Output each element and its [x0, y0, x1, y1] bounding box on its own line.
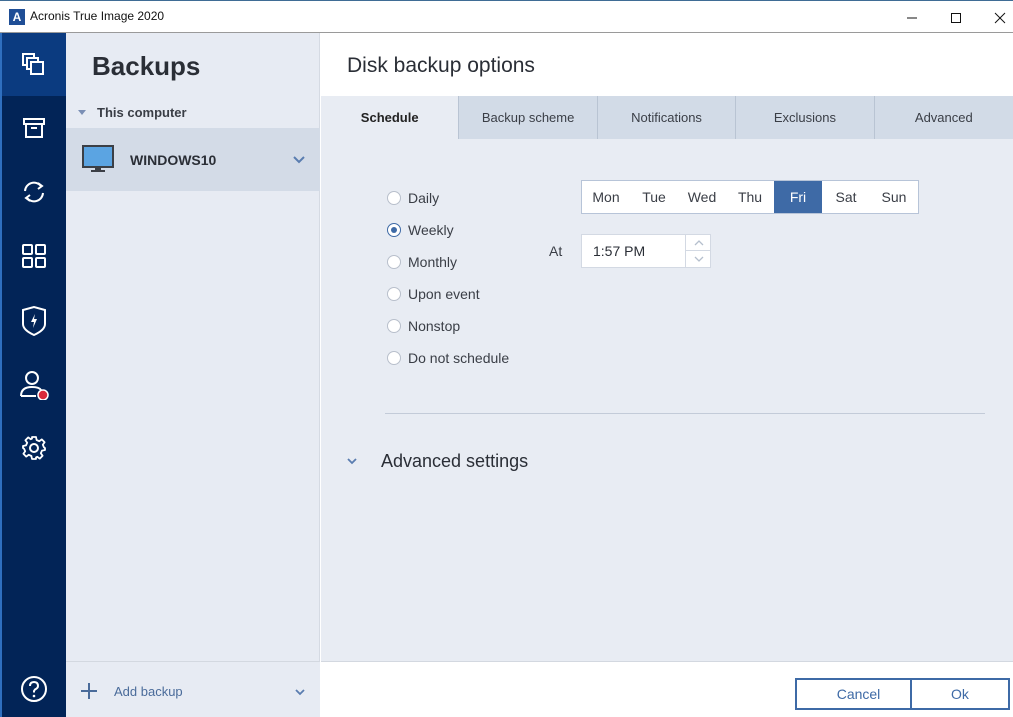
title-bar: A Acronis True Image 2020	[0, 0, 1013, 33]
add-backup-label: Add backup	[114, 683, 183, 699]
nav-item-archive[interactable]	[2, 96, 66, 159]
nav-sidebar	[0, 33, 66, 717]
radio-weekly[interactable]: Weekly	[387, 222, 454, 238]
at-label: At	[549, 243, 563, 259]
ok-button[interactable]: Ok	[910, 678, 1010, 710]
time-input[interactable]	[582, 235, 685, 267]
weekday-selector: Mon Tue Wed Thu Fri Sat Sun	[581, 180, 919, 214]
panel-title: Backups	[92, 51, 201, 81]
options-panel: Disk backup options Schedule Backup sche…	[321, 33, 1013, 717]
close-button[interactable]	[978, 4, 1013, 32]
close-icon	[994, 12, 1006, 24]
day-mon[interactable]: Mon	[582, 181, 630, 213]
section-this-computer[interactable]: This computer	[78, 105, 187, 120]
time-picker	[581, 234, 711, 268]
archive-icon	[23, 117, 45, 138]
radio-button[interactable]	[387, 223, 401, 237]
monitor-icon	[82, 145, 114, 172]
chevron-up-icon	[694, 239, 703, 245]
radio-button[interactable]	[387, 287, 401, 301]
notification-badge	[37, 388, 49, 400]
day-wed[interactable]: Wed	[678, 181, 726, 213]
backup-icon	[22, 52, 44, 75]
radio-button[interactable]	[387, 255, 401, 269]
day-sun[interactable]: Sun	[870, 181, 918, 213]
plus-icon	[81, 683, 97, 699]
radio-button[interactable]	[387, 191, 401, 205]
section-label: This computer	[97, 105, 187, 120]
help-icon	[21, 676, 47, 702]
account-icon	[20, 370, 49, 400]
nav-item-sync[interactable]	[2, 160, 66, 223]
chevron-down-icon	[347, 458, 357, 465]
cancel-button[interactable]: Cancel	[795, 678, 922, 710]
dialog-footer: Cancel Ok	[321, 661, 1013, 717]
tab-bar: Schedule Backup scheme Notifications Exc…	[321, 96, 1013, 139]
day-fri[interactable]: Fri	[774, 181, 822, 213]
left-footer: Add backup	[66, 661, 320, 717]
radio-monthly[interactable]: Monthly	[387, 254, 457, 270]
nav-item-protection[interactable]	[2, 289, 66, 352]
radio-label: Weekly	[408, 222, 454, 238]
add-backup-dropdown-icon[interactable]	[295, 689, 305, 696]
chevron-down-icon[interactable]	[293, 156, 305, 164]
window-title: Acronis True Image 2020	[30, 9, 165, 23]
time-decrement-button[interactable]	[685, 251, 711, 267]
day-thu[interactable]: Thu	[726, 181, 774, 213]
nav-item-account[interactable]	[2, 353, 66, 416]
tab-exclusions[interactable]: Exclusions	[736, 96, 875, 139]
options-header: Disk backup options	[321, 33, 1013, 96]
radio-label: Upon event	[408, 286, 480, 302]
radio-button[interactable]	[387, 351, 401, 365]
sync-icon	[24, 181, 44, 202]
nav-item-backup[interactable]	[2, 33, 66, 96]
advanced-settings-label: Advanced settings	[381, 451, 529, 471]
tools-icon	[22, 243, 46, 268]
chevron-down-icon	[694, 256, 703, 262]
radio-label: Nonstop	[408, 318, 461, 334]
help-button[interactable]	[2, 661, 66, 717]
day-tue[interactable]: Tue	[630, 181, 678, 213]
radio-daily[interactable]: Daily	[387, 190, 439, 206]
tab-backup-scheme[interactable]: Backup scheme	[459, 96, 598, 139]
app-logo-icon: A	[9, 9, 25, 25]
time-increment-button[interactable]	[685, 235, 711, 251]
advanced-settings-toggle[interactable]: Advanced settings	[347, 451, 528, 472]
radio-label: Do not schedule	[408, 350, 510, 366]
radio-label: Daily	[408, 190, 440, 206]
radio-nonstop[interactable]: Nonstop	[387, 318, 460, 334]
settings-gear-icon	[22, 435, 46, 460]
options-title: Disk backup options	[347, 54, 535, 77]
protection-shield-icon	[22, 305, 46, 336]
maximize-button[interactable]	[934, 4, 978, 32]
collapse-triangle-icon	[78, 110, 86, 115]
divider	[385, 413, 985, 414]
tab-advanced[interactable]: Advanced	[874, 96, 1013, 139]
nav-item-settings[interactable]	[2, 416, 66, 479]
backup-item-windows10[interactable]: WINDOWS10	[66, 128, 320, 191]
minimize-button[interactable]	[890, 4, 934, 32]
day-sat[interactable]: Sat	[822, 181, 870, 213]
radio-button[interactable]	[387, 319, 401, 333]
minimize-icon	[907, 17, 917, 19]
backups-panel: Backups This computer WINDOWS10 Add back…	[66, 33, 320, 717]
tab-schedule[interactable]: Schedule	[321, 96, 460, 139]
backup-name: WINDOWS10	[130, 152, 217, 168]
add-backup-button[interactable]: Add backup	[80, 682, 183, 700]
nav-item-tools[interactable]	[2, 224, 66, 287]
radio-upon-event[interactable]: Upon event	[387, 286, 480, 302]
tab-notifications[interactable]: Notifications	[597, 96, 737, 139]
radio-label: Monthly	[408, 254, 458, 270]
maximize-icon	[951, 13, 961, 23]
radio-do-not-schedule[interactable]: Do not schedule	[387, 350, 509, 366]
